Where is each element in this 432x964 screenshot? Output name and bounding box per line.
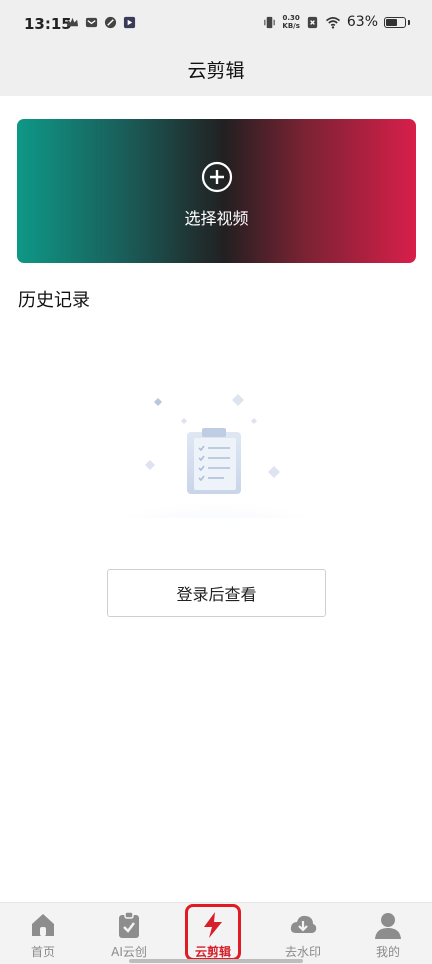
net-speed: 0.30 KB/s: [282, 14, 299, 30]
cloud-download-icon: [290, 915, 317, 933]
leaf-icon: [104, 16, 117, 29]
select-video-label: 选择视频: [184, 209, 249, 228]
tab-remove-watermark[interactable]: 去水印: [267, 903, 339, 963]
crown-icon: [66, 17, 79, 27]
status-right: 0.30 KB/s 63%: [263, 14, 410, 30]
select-video-card[interactable]: 选择视频: [17, 119, 416, 263]
home-icon: [32, 914, 54, 936]
history-title: 历史记录: [18, 290, 90, 311]
page-title: 云剪辑: [187, 60, 245, 82]
battery-tip: [408, 19, 410, 25]
empty-clipboard-illustration: [120, 394, 312, 518]
status-time: 13:15: [24, 15, 72, 33]
home-indicator[interactable]: [129, 959, 303, 963]
user-icon: [375, 913, 401, 939]
tab-ai-create[interactable]: AI云创: [93, 903, 165, 963]
tab-remove-watermark-label: 去水印: [284, 945, 321, 959]
tab-home-label: 首页: [30, 945, 55, 959]
battery-percent: 63%: [346, 14, 378, 30]
battery-fill: [386, 18, 397, 26]
notification-icons: [66, 16, 136, 29]
wifi-icon: [325, 16, 340, 29]
tab-ai-create-label: AI云创: [111, 945, 147, 959]
play-store-icon: [123, 16, 136, 29]
tab-mine-label: 我的: [375, 945, 400, 959]
no-sim-icon: [307, 16, 318, 28]
plus-circle-icon: [201, 161, 233, 193]
tab-home[interactable]: 首页: [7, 903, 79, 963]
status-bar: 13:15 0.30 KB/s 63%: [0, 0, 432, 50]
net-speed-value: 0.30: [282, 14, 300, 22]
battery-icon: [384, 16, 406, 28]
mail-icon: [85, 17, 98, 28]
active-tab-highlight: [185, 904, 241, 961]
net-speed-unit: KB/s: [282, 22, 300, 30]
vibrate-icon: [264, 16, 276, 28]
tab-mine[interactable]: 我的: [352, 903, 424, 963]
clipboard-check-icon: [119, 911, 139, 938]
login-to-view-button[interactable]: 登录后查看: [107, 569, 326, 617]
